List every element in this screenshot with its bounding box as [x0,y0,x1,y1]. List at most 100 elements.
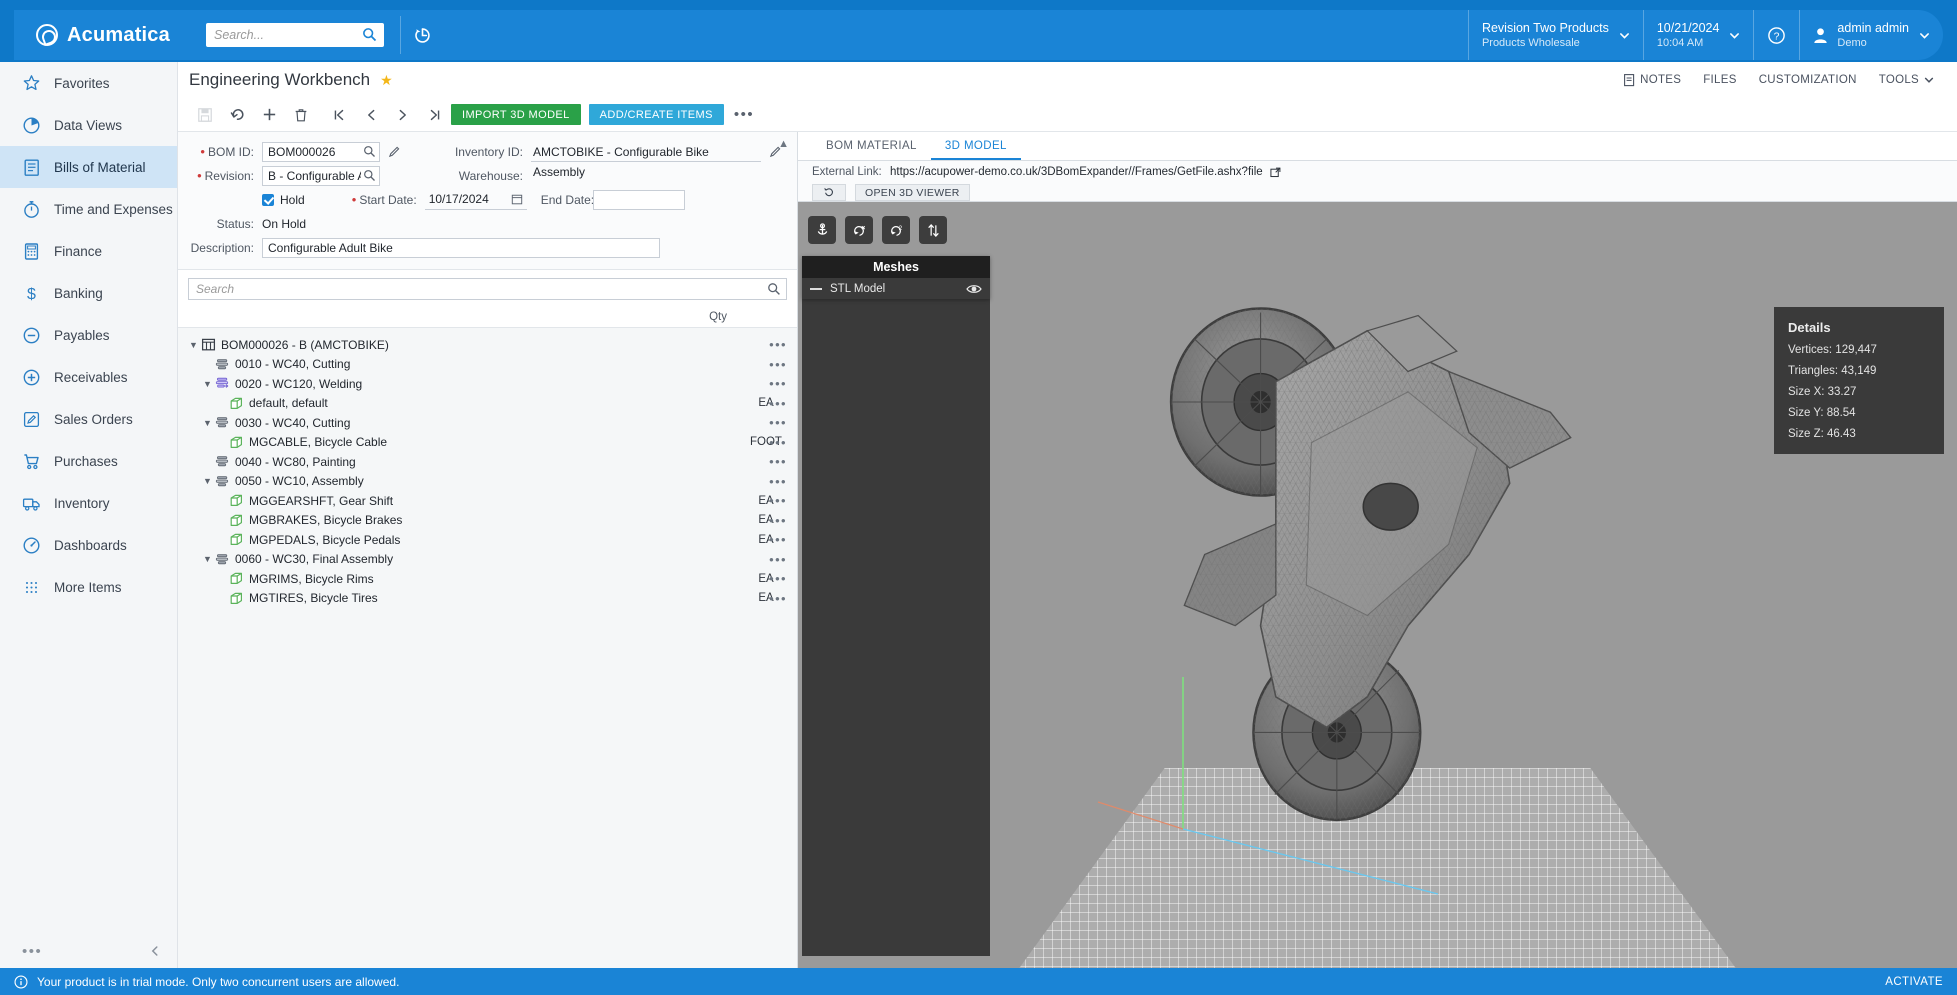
tree-toggle-icon[interactable]: ▼ [186,340,201,350]
undo-icon[interactable] [221,100,253,130]
header-link-customization[interactable]: CUSTOMIZATION [1748,74,1868,86]
tree-row-menu-button[interactable]: ••• [769,553,787,566]
last-page-icon[interactable] [419,100,451,130]
sidebar-more-button[interactable]: ••• [22,943,42,960]
sidebar-item-data-views[interactable]: Data Views [0,104,177,146]
sidebar-item-purchases[interactable]: Purchases [0,440,177,482]
external-link-value[interactable]: https://acupower-demo.co.uk/3DBomExpande… [890,166,1263,178]
activate-link[interactable]: ACTIVATE [1885,976,1943,988]
sidebar-item-more-items[interactable]: More Items [0,566,177,608]
sidebar-item-receivables[interactable]: Receivables [0,356,177,398]
search-input[interactable] [206,23,384,47]
search-icon[interactable] [363,145,376,158]
chevron-left-icon[interactable] [149,945,161,957]
tree-toggle-icon[interactable]: ▼ [200,554,215,564]
tab-bom-material[interactable]: BOM MATERIAL [812,132,931,160]
tree-row-menu-button[interactable]: ••• [769,358,787,371]
sidebar-item-payables[interactable]: Payables [0,314,177,356]
right-pane-tabs: BOM MATERIAL3D MODEL [798,132,1957,161]
rotate-x-tool-icon[interactable] [845,216,873,244]
toolbar-more-button[interactable]: ••• [734,106,754,123]
sidebar-item-sales-orders[interactable]: Sales Orders [0,398,177,440]
tree-row-menu-button[interactable]: ••• [769,475,787,488]
tree-row-menu-button[interactable]: ••• [769,572,787,585]
sidebar-item-dashboards[interactable]: Dashboards [0,524,177,566]
search-icon[interactable] [363,169,376,182]
tree-row[interactable]: MGGEARSHFT, Gear ShiftEA••• [178,491,797,511]
tree-row[interactable]: 0010 - WC40, Cutting••• [178,355,797,375]
tree-row[interactable]: MGPEDALS, Bicycle PedalsEA••• [178,530,797,550]
tree-row-menu-button[interactable]: ••• [769,436,787,449]
tree-row-menu-button[interactable]: ••• [769,592,787,605]
eye-icon[interactable] [966,282,982,296]
tab-3d-model[interactable]: 3D MODEL [931,132,1021,160]
add-icon[interactable] [253,100,285,130]
tree-row[interactable]: ▼0030 - WC40, Cutting••• [178,413,797,433]
company-selector[interactable]: Revision Two Products Products Wholesale [1468,10,1643,60]
header-link-notes[interactable]: NOTES [1612,73,1692,87]
tree-row-menu-button[interactable]: ••• [769,533,787,546]
tree-row[interactable]: 0040 - WC80, Painting••• [178,452,797,472]
anchor-tool-icon[interactable] [808,216,836,244]
tree-row[interactable]: ▼0060 - WC30, Final Assembly••• [178,550,797,570]
sidebar-item-bills-of-material[interactable]: Bills of Material [0,146,177,188]
tree-row[interactable]: MGCABLE, Bicycle CableFOOT••• [178,433,797,453]
edit-pencil-icon[interactable] [388,145,401,158]
header-link-tools[interactable]: TOOLS [1868,74,1945,86]
next-page-icon[interactable] [387,100,419,130]
flip-vertical-tool-icon[interactable] [919,216,947,244]
brand-logo-area[interactable]: Acumatica [14,24,180,47]
tree-toggle-icon[interactable]: ▼ [200,379,215,389]
add-create-items-button[interactable]: ADD/CREATE ITEMS [589,104,724,125]
rotate-y-tool-icon[interactable]: 2 [882,216,910,244]
hold-checkbox[interactable] [262,194,274,206]
tree-toggle-icon[interactable]: ▼ [200,418,215,428]
recent-history-icon[interactable] [401,10,443,60]
prev-page-icon[interactable] [355,100,387,130]
sidebar-item-banking[interactable]: $Banking [0,272,177,314]
tree-row[interactable]: MGRIMS, Bicycle RimsEA••• [178,569,797,589]
user-menu[interactable]: admin admin Demo [1799,10,1943,60]
sidebar-item-favorites[interactable]: Favorites [0,62,177,104]
tree-row-menu-button[interactable]: ••• [769,397,787,410]
search-icon[interactable] [767,282,781,296]
header-link-files[interactable]: FILES [1692,74,1747,86]
tree-row[interactable]: MGTIRES, Bicycle TiresEA••• [178,589,797,609]
tree-row[interactable]: default, defaultEA••• [178,394,797,414]
tree-row-menu-button[interactable]: ••• [769,494,787,507]
tree-row-menu-button[interactable]: ••• [769,514,787,527]
inventory-id-label: Inventory ID: [431,145,531,159]
sidebar-item-finance[interactable]: Finance [0,230,177,272]
sidebar-item-time-and-expenses[interactable]: Time and Expenses [0,188,177,230]
mesh-list-item[interactable]: STL Model [802,278,990,299]
tree-row[interactable]: MGBRAKES, Bicycle BrakesEA••• [178,511,797,531]
calendar-icon[interactable] [511,193,523,205]
tree-row[interactable]: ▼0050 - WC10, Assembly••• [178,472,797,492]
import-3d-model-button[interactable]: IMPORT 3D MODEL [451,104,581,125]
bom-tree[interactable]: ▼BOM000026 - B (AMCTOBIKE)•••0010 - WC40… [178,328,797,968]
sidebar-item-inventory[interactable]: Inventory [0,482,177,524]
inventory-id-value[interactable]: AMCTOBIKE - Configurable Bike Assembly [531,142,761,162]
tree-search-input[interactable] [188,278,787,300]
external-link-icon[interactable] [1270,167,1281,178]
end-date-input[interactable] [593,190,685,210]
tree-row[interactable]: ▼0020 - WC120, Welding••• [178,374,797,394]
description-input[interactable] [262,238,660,258]
save-icon[interactable] [189,100,221,130]
delete-icon[interactable] [285,100,317,130]
tree-row-menu-button[interactable]: ••• [769,377,787,390]
tree-toggle-icon[interactable]: ▼ [200,476,215,486]
chevron-up-icon[interactable]: ▲ [778,138,789,150]
open-3d-viewer-button[interactable]: OPEN 3D VIEWER [855,184,970,201]
help-button[interactable]: ? [1753,10,1799,60]
tree-row[interactable]: ▼BOM000026 - B (AMCTOBIKE)••• [178,335,797,355]
tree-row-menu-button[interactable]: ••• [769,338,787,351]
start-date-field[interactable]: 10/17/2024 [425,190,527,210]
tree-row-menu-button[interactable]: ••• [769,416,787,429]
3d-model-viewer[interactable]: 2 Meshes STL Model [798,202,1957,968]
first-page-icon[interactable] [323,100,355,130]
refresh-button[interactable] [812,184,846,201]
datetime-selector[interactable]: 10/21/2024 10:04 AM [1643,10,1754,60]
tree-row-menu-button[interactable]: ••• [769,455,787,468]
star-filled-icon[interactable]: ★ [380,72,393,89]
